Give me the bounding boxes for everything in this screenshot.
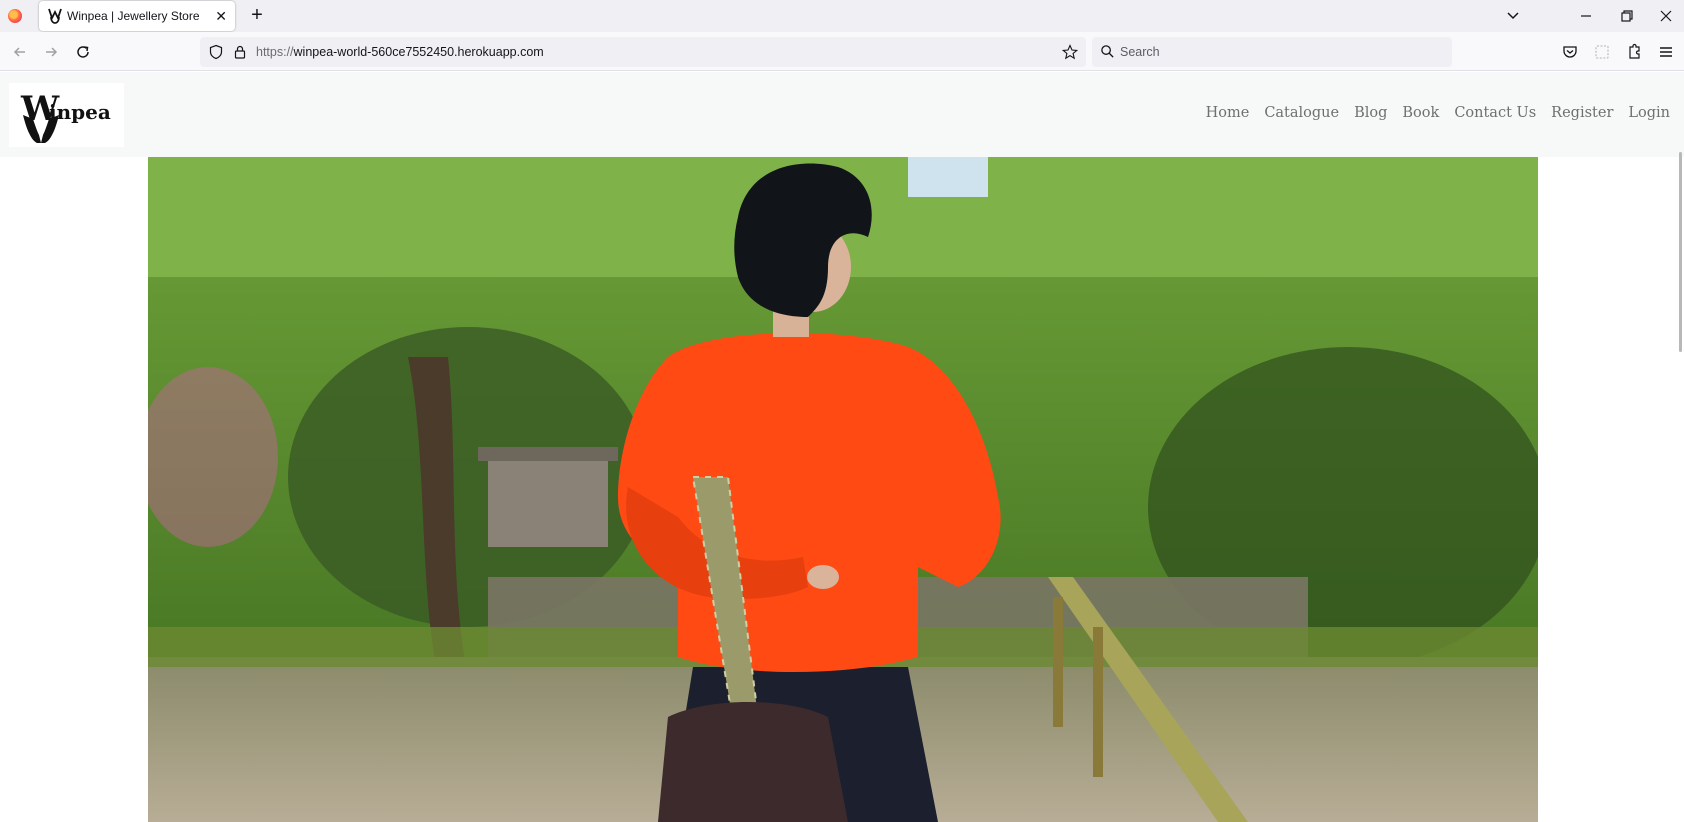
nav-register-link[interactable]: Register bbox=[1551, 105, 1613, 121]
nav-book-link[interactable]: Book bbox=[1402, 105, 1439, 121]
search-placeholder: Search bbox=[1120, 45, 1160, 59]
firefox-icon[interactable] bbox=[8, 9, 22, 23]
browser-tab-bar: Winpea | Jewellery Store ✕ + bbox=[0, 0, 1684, 32]
hands-logo-icon bbox=[23, 115, 59, 143]
lock-icon[interactable] bbox=[232, 44, 248, 60]
search-bar[interactable]: Search bbox=[1092, 37, 1452, 67]
new-tab-button[interactable]: + bbox=[246, 5, 268, 27]
nav-blog-link[interactable]: Blog bbox=[1354, 105, 1387, 121]
nav-catalogue-link[interactable]: Catalogue bbox=[1264, 105, 1339, 121]
browser-nav-bar: https://winpea-world-560ce7552450.heroku… bbox=[0, 32, 1684, 71]
close-window-icon[interactable] bbox=[1656, 6, 1676, 26]
bookmark-star-icon[interactable] bbox=[1062, 44, 1078, 60]
hero-photo-illustration bbox=[148, 157, 1538, 822]
browser-tab[interactable]: Winpea | Jewellery Store ✕ bbox=[39, 1, 235, 31]
forward-arrow-icon[interactable] bbox=[41, 42, 61, 62]
menu-hamburger-icon[interactable] bbox=[1656, 42, 1676, 62]
chevron-down-icon[interactable] bbox=[1503, 6, 1523, 26]
address-bar[interactable]: https://winpea-world-560ce7552450.heroku… bbox=[200, 37, 1086, 67]
nav-login-link[interactable]: Login bbox=[1628, 105, 1670, 121]
url-text[interactable]: https://winpea-world-560ce7552450.heroku… bbox=[256, 45, 544, 59]
site-logo[interactable]: W inpea bbox=[9, 83, 124, 147]
page-scrollbar[interactable] bbox=[1674, 72, 1684, 822]
close-tab-icon[interactable]: ✕ bbox=[215, 8, 227, 24]
pocket-icon[interactable] bbox=[1560, 42, 1580, 62]
site-nav: Home Catalogue Blog Book Contact Us Regi… bbox=[1191, 105, 1670, 121]
reload-icon[interactable] bbox=[73, 42, 93, 62]
scrollbar-thumb[interactable] bbox=[1679, 152, 1682, 352]
hero-image bbox=[148, 157, 1538, 822]
back-arrow-icon[interactable] bbox=[10, 42, 30, 62]
site-header: W inpea Home Catalogue Blog Book Contact… bbox=[0, 72, 1684, 157]
winpea-favicon-icon bbox=[48, 8, 62, 24]
nav-home-link[interactable]: Home bbox=[1206, 105, 1250, 121]
url-host: winpea-world-560ce7552450.herokuapp.com bbox=[293, 45, 544, 59]
extensions-icon[interactable] bbox=[1624, 42, 1644, 62]
nav-contact-link[interactable]: Contact Us bbox=[1454, 105, 1536, 121]
tab-title: Winpea | Jewellery Store bbox=[67, 9, 200, 23]
minimize-icon[interactable] bbox=[1576, 6, 1596, 26]
url-scheme: https:// bbox=[256, 45, 294, 59]
shield-icon[interactable] bbox=[208, 44, 224, 60]
restore-icon[interactable] bbox=[1617, 6, 1637, 26]
container-icon[interactable] bbox=[1592, 42, 1612, 62]
search-icon bbox=[1101, 45, 1114, 58]
website-viewport: W inpea Home Catalogue Blog Book Contact… bbox=[0, 72, 1684, 822]
